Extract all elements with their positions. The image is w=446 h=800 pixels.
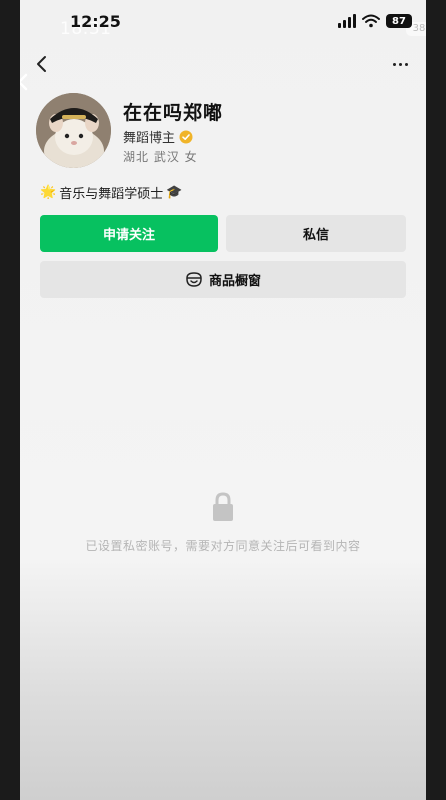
bio-star-emoji: 🌟 [40,185,57,200]
battery-indicator: 87 [386,14,412,28]
verified-badge-icon [179,130,193,143]
more-options-icon[interactable] [388,54,412,74]
wifi-icon [362,14,380,28]
bio-text: 音乐与舞蹈学硕士 [59,187,164,202]
profile-name: 在在吗郑嘟 [123,102,224,124]
profile-location: 湖北 武汉 女 [123,150,198,164]
status-icons: 87 [338,14,412,28]
profile-bio: 🌟 音乐与舞蹈学硕士 🎓 [40,183,182,202]
signal-icon [338,14,356,28]
profile-role: 舞蹈博主 [123,127,193,146]
bio-graduation-cap-emoji: 🎓 [166,185,183,200]
follow-request-button[interactable]: 申请关注 [40,215,218,252]
status-time: 12:25 [70,12,121,31]
avatar[interactable] [36,93,111,168]
message-button[interactable]: 私信 [226,215,406,252]
avatar-image [36,93,111,168]
shop-window-label: 商品橱窗 [208,274,261,289]
lock-icon [213,492,233,521]
back-arrow-icon[interactable] [30,52,54,76]
shop-window-icon [186,271,202,287]
private-account-notice: 已设置私密账号，需要对方同意关注后可看到内容 [85,539,361,553]
shop-window-button[interactable]: 商品橱窗 [40,261,406,298]
profile-role-text: 舞蹈博主 [123,131,176,146]
phone-screen: 18:31 38 12:25 87 在在吗郑嘟 舞蹈博主 湖北 武汉 女 🌟 音… [20,0,426,800]
